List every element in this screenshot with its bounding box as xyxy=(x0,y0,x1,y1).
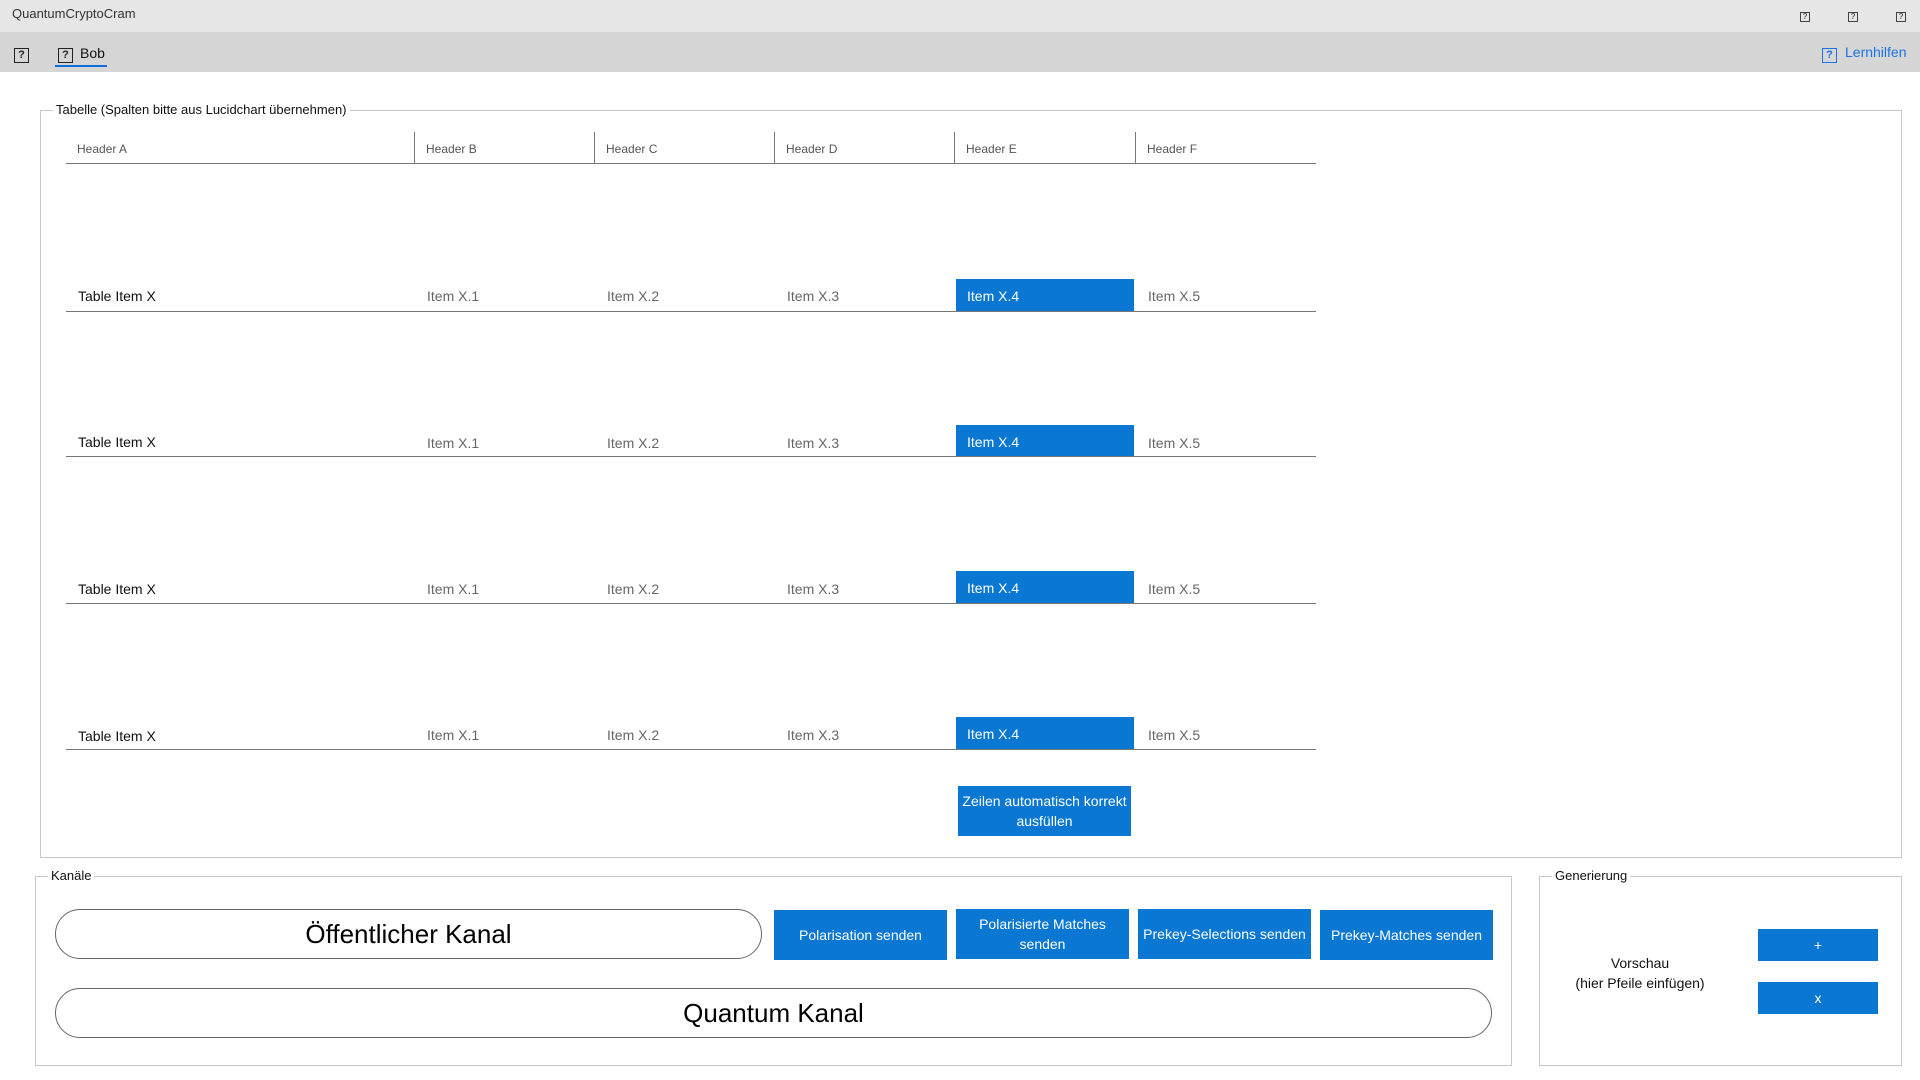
send-polarized-matches-button[interactable]: Polarisierte Matches senden xyxy=(956,909,1129,959)
title-bar: QuantumCryptoCram ? ? ? xyxy=(0,0,1920,32)
preview-title: Vorschau xyxy=(1610,955,1670,971)
table-cell[interactable]: Item X.1 xyxy=(427,581,479,597)
table-cell[interactable]: Table Item X xyxy=(78,581,156,597)
app-title: QuantumCryptoCram xyxy=(12,6,136,21)
send-prekey-matches-button[interactable]: Prekey-Matches senden xyxy=(1320,910,1493,960)
table-cell[interactable]: Item X.2 xyxy=(607,288,659,304)
table-cell[interactable]: Item X.2 xyxy=(607,435,659,451)
close-button[interactable]: ? xyxy=(1896,12,1906,22)
table-cell[interactable]: Item X.1 xyxy=(427,288,479,304)
lernhilfen-help-icon: ? xyxy=(1822,48,1837,63)
autofill-rows-button[interactable]: Zeilen automatisch korrekt ausfüllen xyxy=(958,786,1131,836)
header-c[interactable]: Header C xyxy=(595,132,775,164)
table-cell-highlighted[interactable]: Item X.4 xyxy=(956,425,1134,457)
generation-group-label: Generierung xyxy=(1552,868,1631,883)
table-cell[interactable]: Item X.5 xyxy=(1148,581,1200,597)
table-cell[interactable]: Table Item X xyxy=(78,728,156,744)
active-tab-indicator xyxy=(55,65,107,67)
tab-bob[interactable]: Bob xyxy=(80,45,105,61)
table-cell[interactable]: Item X.1 xyxy=(427,727,479,743)
row-divider xyxy=(66,603,1316,604)
header-divider-line xyxy=(66,163,1316,164)
send-prekey-selections-button[interactable]: Prekey-Selections senden xyxy=(1138,909,1311,959)
maximize-button[interactable]: ? xyxy=(1848,12,1858,22)
preview-area: Vorschau (hier Pfeile einfügen) xyxy=(1560,953,1720,993)
table-cell[interactable]: Item X.2 xyxy=(607,581,659,597)
table-cell[interactable]: Item X.5 xyxy=(1148,288,1200,304)
header-f[interactable]: Header F xyxy=(1136,132,1316,164)
remove-button[interactable]: x xyxy=(1758,982,1878,1014)
table-cell[interactable]: Table Item X xyxy=(78,434,156,450)
bob-tab-help-icon: ? xyxy=(58,48,73,63)
quantum-channel[interactable]: Quantum Kanal xyxy=(55,988,1492,1038)
header-d[interactable]: Header D xyxy=(775,132,955,164)
row-divider xyxy=(66,311,1316,312)
send-polarization-button[interactable]: Polarisation senden xyxy=(774,910,947,960)
table-cell[interactable]: Item X.3 xyxy=(787,727,839,743)
toolbar: ? ? Bob ? Lernhilfen xyxy=(0,32,1920,72)
header-e[interactable]: Header E xyxy=(955,132,1135,164)
lernhilfen-link[interactable]: Lernhilfen xyxy=(1845,44,1907,60)
table-cell[interactable]: Item X.5 xyxy=(1148,435,1200,451)
table-group-label: Tabelle (Spalten bitte aus Lucidchart üb… xyxy=(53,102,350,117)
table-cell[interactable]: Item X.3 xyxy=(787,435,839,451)
table-cell-highlighted[interactable]: Item X.4 xyxy=(956,571,1134,603)
add-button[interactable]: + xyxy=(1758,929,1878,961)
table-cell-highlighted[interactable]: Item X.4 xyxy=(956,279,1134,311)
channels-group-label: Kanäle xyxy=(48,868,95,883)
table-cell[interactable]: Item X.2 xyxy=(607,727,659,743)
help-icon[interactable]: ? xyxy=(14,48,29,63)
table-cell[interactable]: Item X.3 xyxy=(787,581,839,597)
minimize-button[interactable]: ? xyxy=(1800,12,1810,22)
header-a[interactable]: Header A xyxy=(66,132,414,164)
table-cell[interactable]: Item X.1 xyxy=(427,435,479,451)
public-channel[interactable]: Öffentlicher Kanal xyxy=(55,909,762,959)
table-cell[interactable]: Item X.3 xyxy=(787,288,839,304)
preview-hint: (hier Pfeile einfügen) xyxy=(1575,975,1705,991)
table-cell[interactable]: Table Item X xyxy=(78,288,156,304)
row-divider xyxy=(66,456,1316,457)
row-divider xyxy=(66,749,1316,750)
header-b[interactable]: Header B xyxy=(415,132,595,164)
table-cell-highlighted[interactable]: Item X.4 xyxy=(956,717,1134,749)
table-cell[interactable]: Item X.5 xyxy=(1148,727,1200,743)
